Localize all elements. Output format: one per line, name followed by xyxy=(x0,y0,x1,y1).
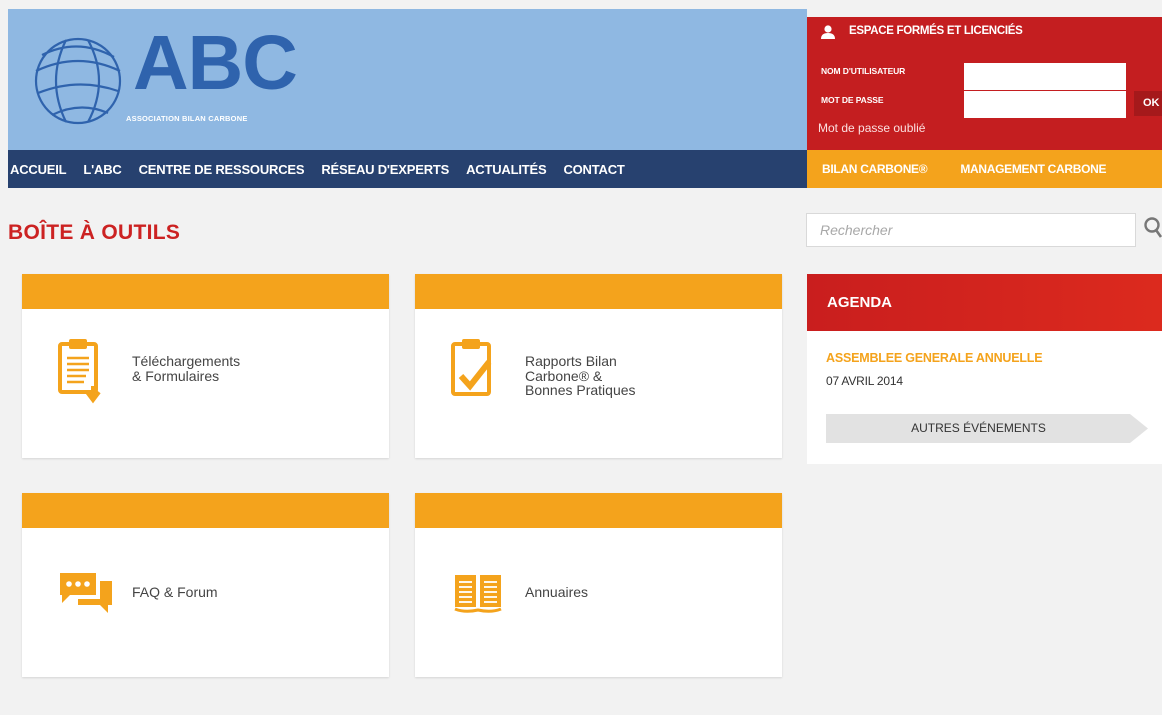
logo-wordmark: ABC xyxy=(133,20,298,106)
username-input[interactable] xyxy=(964,63,1126,90)
agenda-title: AGENDA xyxy=(807,274,1162,331)
nav-item-abc[interactable]: L'ABC xyxy=(83,163,121,176)
nav-item-ressources[interactable]: CENTRE DE RESSOURCES xyxy=(139,163,305,176)
page-title: BOÎTE À OUTILS xyxy=(8,221,181,244)
main-nav: ACCUEIL L'ABC CENTRE DE RESSOURCES RÉSEA… xyxy=(8,150,807,188)
tool-card-telechargements[interactable]: Téléchargements & Formulaires xyxy=(22,274,389,458)
tool-card-rapports[interactable]: Rapports Bilan Carbone® & Bonnes Pratiqu… xyxy=(415,274,782,458)
ok-button[interactable]: OK xyxy=(1134,91,1162,116)
card-label: Rapports Bilan Carbone® & Bonnes Pratiqu… xyxy=(525,353,636,399)
secondary-nav: BILAN CARBONE® MANAGEMENT CARBONE xyxy=(807,150,1162,188)
card-header-bar xyxy=(415,274,782,309)
password-input[interactable] xyxy=(964,91,1126,118)
nav-item-contact[interactable]: CONTACT xyxy=(563,163,624,176)
chat-bubbles-icon xyxy=(60,573,112,613)
subnav-item-bilan-carbone[interactable]: BILAN CARBONE® xyxy=(822,163,928,175)
login-title-text: ESPACE FORMÉS ET LICENCIÉS xyxy=(849,25,1023,38)
tool-card-faq-forum[interactable]: FAQ & Forum xyxy=(22,493,389,677)
site-header: ABC ASSOCIATION BILAN CARBONE xyxy=(8,9,807,150)
logo-subtitle: ASSOCIATION BILAN CARBONE xyxy=(126,114,248,123)
event-title-link[interactable]: ASSEMBLEE GENERALE ANNUELLE xyxy=(826,352,1043,365)
user-icon xyxy=(821,25,835,39)
nav-item-accueil[interactable]: ACCUEIL xyxy=(10,163,67,176)
globe-icon xyxy=(34,37,122,125)
nav-item-actualites[interactable]: ACTUALITÉS xyxy=(466,163,547,176)
more-events-label: AUTRES ÉVÉNEMENTS xyxy=(911,421,1046,435)
card-label: Annuaires xyxy=(525,584,589,600)
search-input[interactable]: Rechercher xyxy=(806,213,1136,247)
card-header-bar xyxy=(22,493,389,528)
password-label: MOT DE PASSE xyxy=(821,95,884,105)
username-label: NOM D'UTILISATEUR xyxy=(821,66,906,76)
site-logo[interactable]: ABC ASSOCIATION BILAN CARBONE xyxy=(28,25,328,131)
forgot-password-link[interactable]: Mot de passe oublié xyxy=(818,122,925,134)
tool-card-annuaires[interactable]: Annuaires xyxy=(415,493,782,677)
search-icon[interactable] xyxy=(1143,217,1162,239)
event-date: 07 AVRIL 2014 xyxy=(826,374,903,388)
open-book-icon xyxy=(454,575,502,613)
login-panel: ESPACE FORMÉS ET LICENCIÉS NOM D'UTILISA… xyxy=(807,17,1162,150)
nav-item-experts[interactable]: RÉSEAU D'EXPERTS xyxy=(321,163,449,176)
card-header-bar xyxy=(415,493,782,528)
agenda-panel: AGENDA ASSEMBLEE GENERALE ANNUELLE 07 AV… xyxy=(807,274,1162,464)
subnav-item-management-carbone[interactable]: MANAGEMENT CARBONE xyxy=(960,163,1106,175)
clipboard-download-icon xyxy=(58,339,101,404)
clipboard-check-icon xyxy=(451,339,492,396)
card-header-bar xyxy=(22,274,389,309)
card-label: Téléchargements & Formulaires xyxy=(132,353,241,384)
card-label: FAQ & Forum xyxy=(132,584,218,600)
login-title: ESPACE FORMÉS ET LICENCIÉS xyxy=(821,25,1023,39)
more-events-button[interactable]: AUTRES ÉVÉNEMENTS xyxy=(826,414,1148,443)
